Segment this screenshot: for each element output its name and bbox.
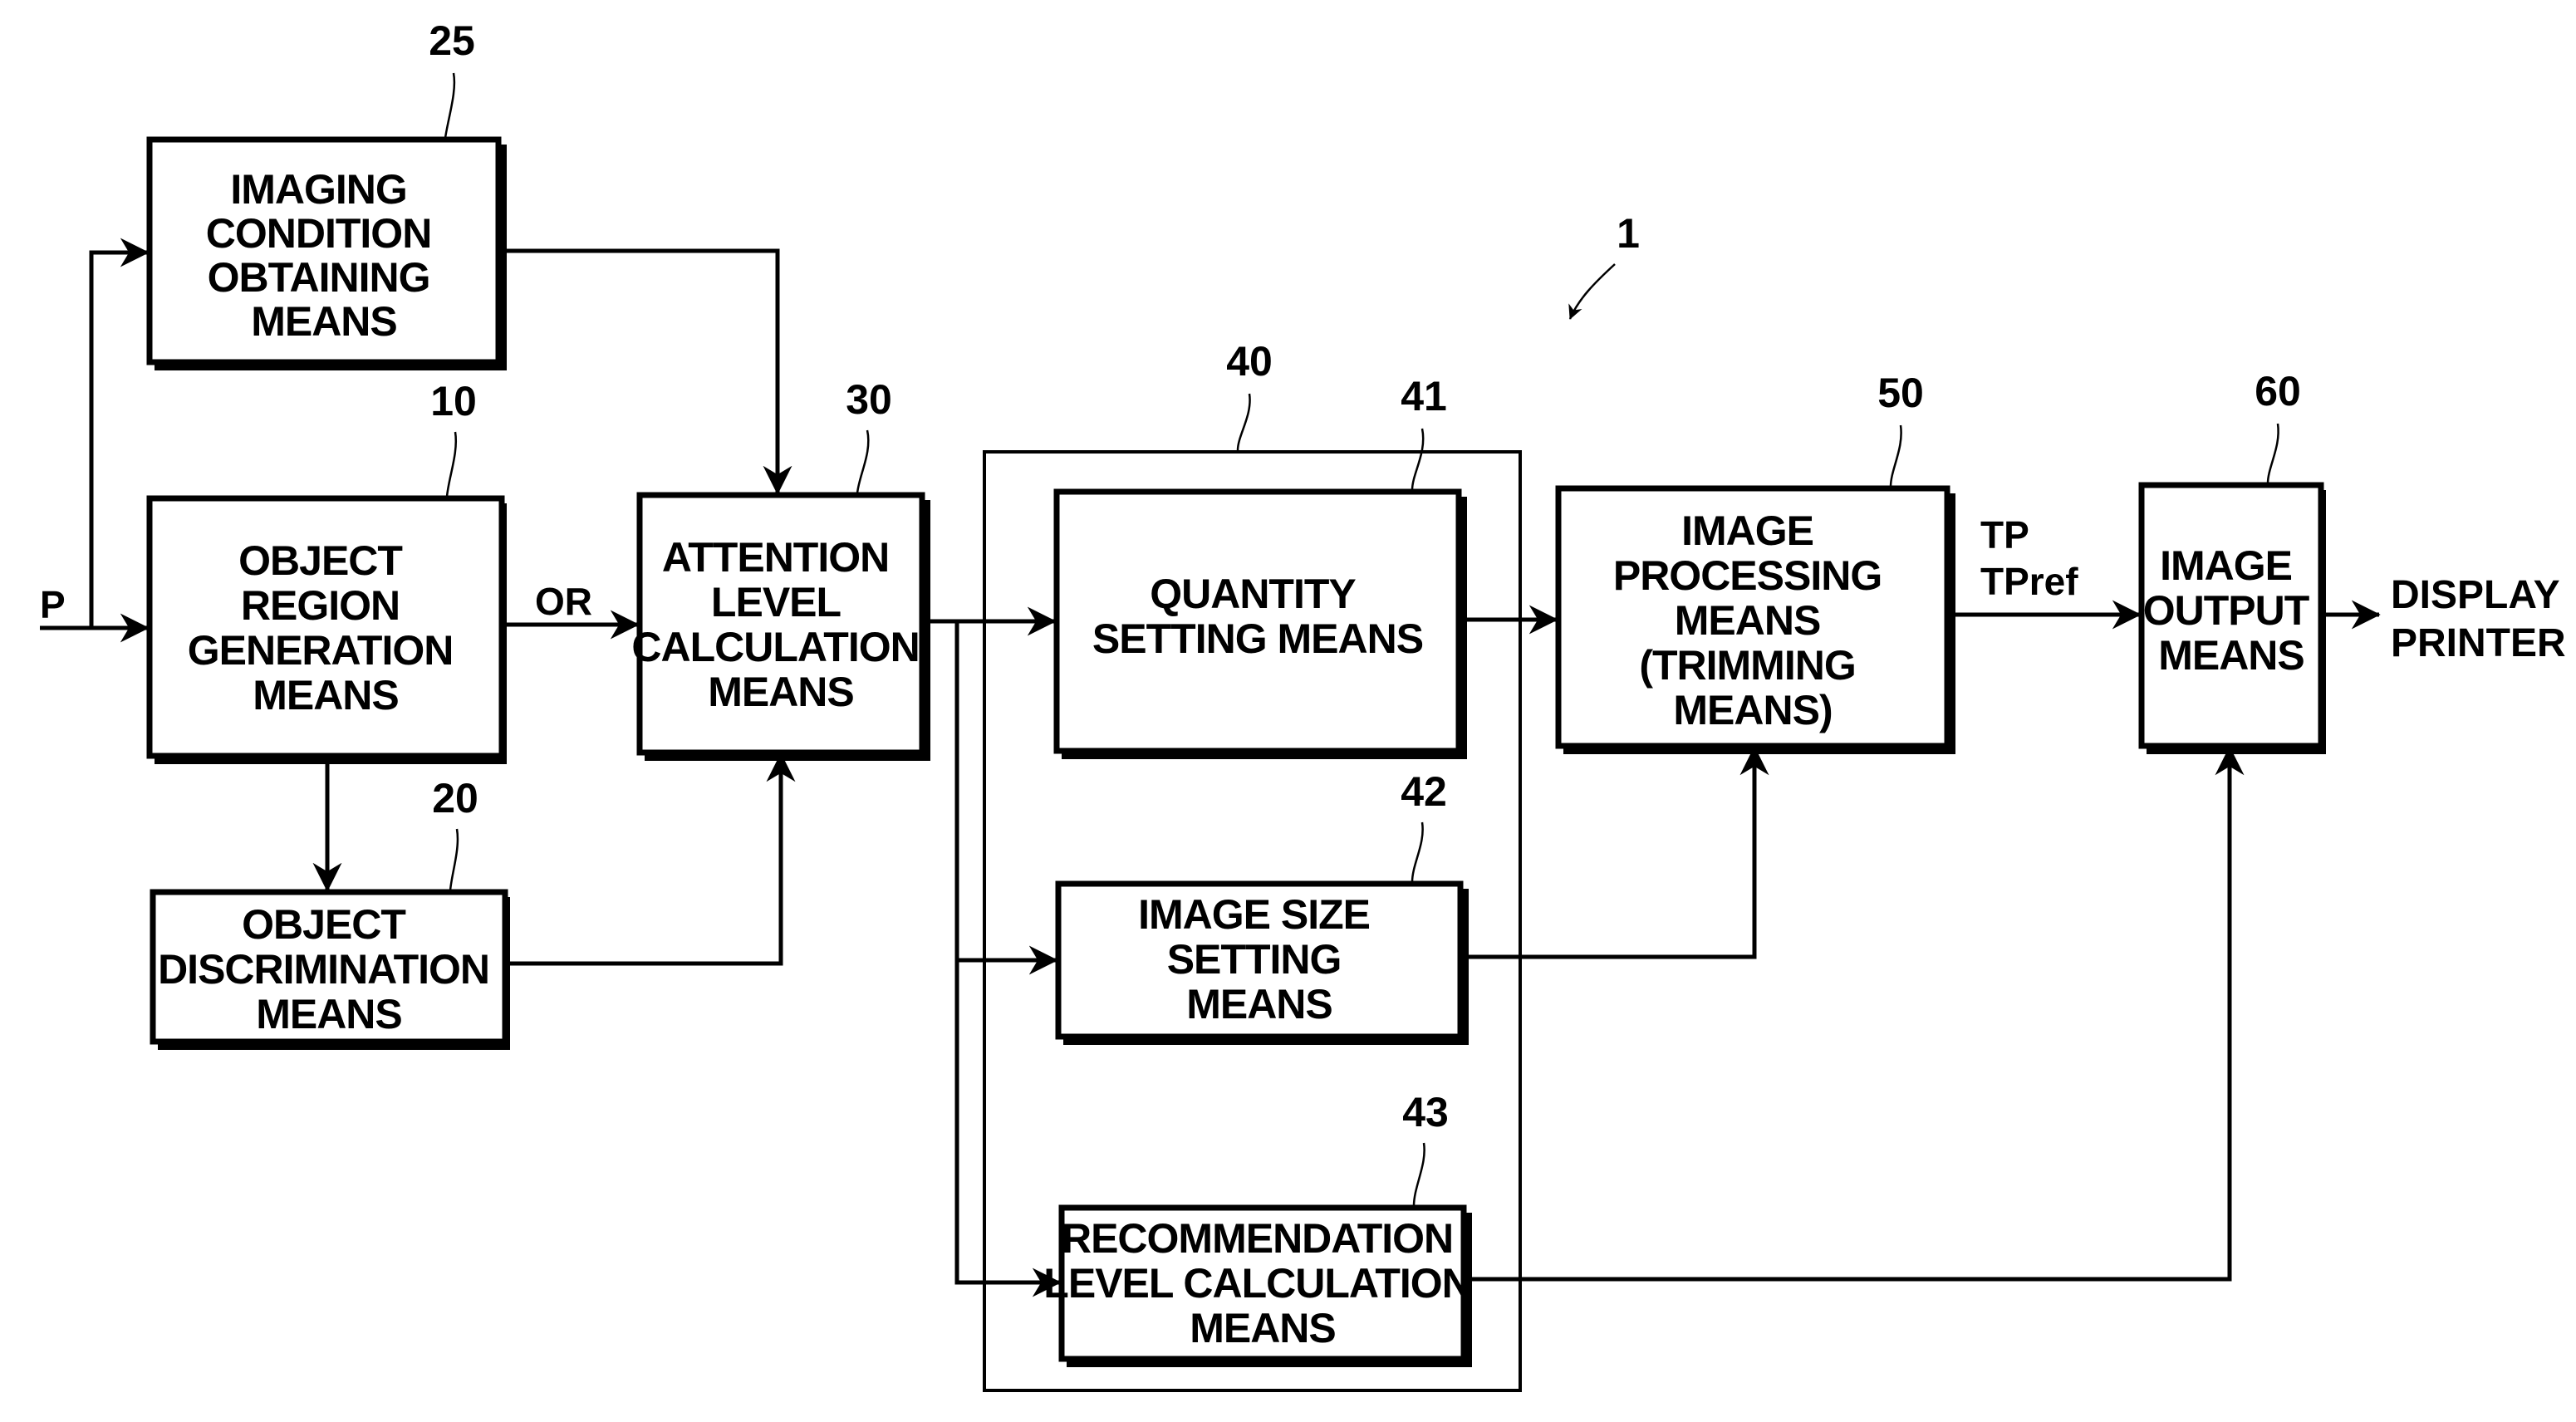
output-display: DISPLAY (2391, 573, 2560, 617)
signal-tpref: TPref (1980, 560, 2078, 603)
connectors (40, 238, 2381, 1297)
ref-system-1: 1 (1617, 210, 1640, 257)
wire-image-size-to-processing (1462, 746, 1769, 959)
wire-discrimination-to-attention (507, 753, 796, 966)
output-printer: PRINTER (2391, 621, 2566, 665)
leader-60 (2266, 423, 2279, 484)
signal-p: P (40, 583, 66, 626)
block-diagram: IMAGING CONDITION OBTAINING MEANS OBJECT… (40, 17, 2566, 1392)
ref-40: 40 (1226, 338, 1273, 385)
leader-43 (1412, 1142, 1425, 1207)
ref-42: 42 (1401, 768, 1447, 815)
signal-or: OR (535, 580, 592, 623)
ref-43: 43 (1402, 1089, 1449, 1135)
block-quantity-setting: QUANTITY SETTING MEANS (1053, 488, 1467, 759)
ref-20: 20 (432, 775, 478, 821)
block-recommendation-level: RECOMMENDATION LEVEL CALCULATION MEANS (1043, 1204, 1472, 1367)
signal-tp: TP (1980, 513, 2029, 557)
leader-20 (449, 828, 459, 891)
output-destinations: DISPLAY PRINTER (2391, 573, 2566, 665)
leader-10 (445, 431, 458, 498)
ref-30: 30 (846, 376, 892, 423)
block-image-output: IMAGE OUTPUT MEANS (2138, 482, 2326, 754)
ref-60: 60 (2255, 368, 2301, 414)
block-image-processing: IMAGE PROCESSING MEANS (TRIMMING MEANS) (1555, 485, 1955, 754)
wire-imaging-condition-to-attention (502, 248, 792, 495)
leader-41 (1411, 428, 1425, 491)
wire-recommendation-to-output (1465, 746, 2245, 1282)
block-object-discrimination: OBJECT DISCRIMINATION MEANS (150, 889, 510, 1050)
wire-p-to-imaging-condition (89, 238, 150, 628)
block-imaging-condition: IMAGING CONDITION OBTAINING MEANS (146, 136, 507, 370)
leader-40 (1236, 393, 1251, 451)
block-attention-level: ATTENTION LEVEL CALCULATION MEANS (631, 492, 930, 761)
block-image-size-setting: IMAGE SIZE SETTING MEANS (1055, 880, 1469, 1045)
ref-10: 10 (430, 378, 477, 424)
leader-30 (856, 429, 870, 494)
ref-41: 41 (1401, 373, 1447, 419)
block-label: IMAGE OUTPUT MEANS (2143, 542, 2319, 679)
leader-system-1 (1568, 263, 1616, 320)
block-object-region: OBJECT REGION GENERATION MEANS (146, 495, 507, 764)
ref-25: 25 (429, 17, 475, 64)
leader-50 (1889, 424, 1902, 488)
ref-50: 50 (1877, 370, 1924, 416)
wire-attention-branch (954, 621, 1062, 1297)
leader-25 (444, 72, 456, 139)
leader-42 (1411, 821, 1424, 883)
